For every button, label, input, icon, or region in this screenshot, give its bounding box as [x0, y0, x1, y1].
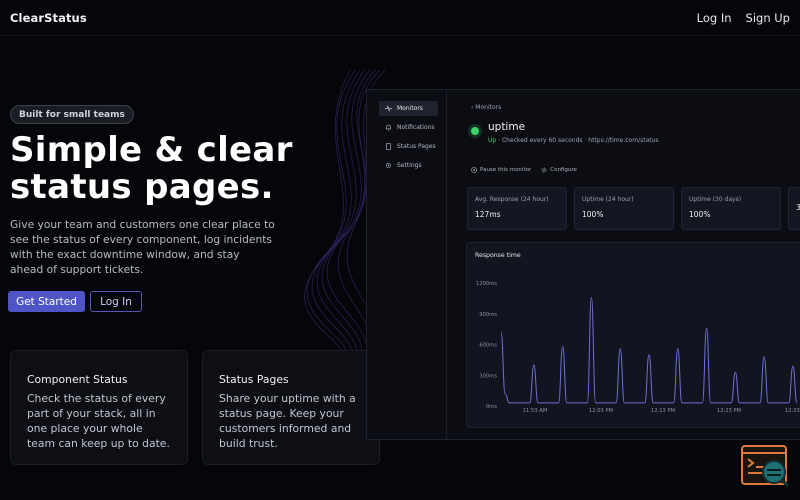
x-tick-label: 11:53 AM — [523, 408, 548, 414]
response-time-chart: Response time 1200ms 900ms 600ms 300ms 0ms 11… — [466, 242, 800, 428]
feature-card-text: Share your uptime with a status page. Ke… — [219, 392, 356, 450]
stat-card-avg-response: Avg. Response (24 hour) 127ms — [467, 187, 567, 230]
stat-value: 3 — [796, 203, 800, 212]
hero-title-line1: Simple & clear — [10, 130, 293, 170]
hero-title-line2: status pages. — [10, 167, 274, 207]
pause-monitor-button[interactable]: Pause this monitor — [471, 167, 531, 173]
feature-card-status-pages: Status Pages Share your uptime with a st… — [202, 350, 380, 465]
stat-card-partial: 3 — [788, 187, 800, 230]
y-tick-label: 0ms — [486, 404, 497, 410]
x-tick-label: 12:13 PM — [651, 408, 675, 414]
feature-card-text: Check the status of every part of your s… — [27, 392, 170, 450]
hero-login-button[interactable]: Log In — [90, 291, 142, 312]
pause-icon — [471, 167, 477, 173]
stat-label: Uptime (30 days) — [689, 196, 742, 203]
feature-card-component-status: Component Status Check the status of eve… — [10, 350, 188, 465]
y-tick-label: 600ms — [479, 343, 497, 349]
sidebar-item-settings[interactable]: Settings — [379, 158, 438, 173]
status-up-indicator — [471, 127, 479, 135]
sidebar-item-notifications[interactable]: Notifications — [379, 120, 438, 135]
top-nav: ClearStatus Log In Sign Up — [0, 0, 800, 36]
configure-button[interactable]: Configure — [541, 167, 577, 173]
nav-signup-link[interactable]: Sign Up — [746, 11, 790, 25]
y-tick-label: 900ms — [479, 312, 497, 318]
hero-title: Simple & clear status pages. — [10, 132, 330, 206]
back-to-monitors-link[interactable]: ‹ Monitors — [471, 104, 501, 111]
monitor-actions: Pause this monitor Configure — [471, 167, 577, 173]
sidebar-item-monitors[interactable]: Monitors — [379, 101, 438, 116]
stat-value: 100% — [582, 210, 604, 219]
monitor-interval: Checked every 60 seconds — [501, 137, 583, 144]
gear-icon — [386, 163, 391, 168]
x-tick-label: 12:23 PM — [717, 408, 741, 414]
stat-label: Avg. Response (24 hour) — [475, 196, 549, 203]
sidebar-item-label: Status Pages — [397, 143, 436, 150]
hero-description: Give your team and customers one clear p… — [10, 218, 275, 276]
bell-icon — [386, 124, 391, 131]
stat-card-uptime-24h: Uptime (24 hour) 100% — [574, 187, 674, 230]
pause-monitor-label: Pause this monitor — [480, 167, 532, 173]
monitor-name: uptime — [488, 121, 526, 133]
y-tick-label: 300ms — [479, 373, 497, 379]
activity-icon — [385, 105, 392, 112]
sidebar-item-status-pages[interactable]: Status Pages — [379, 139, 438, 154]
y-tick-label: 1200ms — [476, 281, 497, 287]
response-time-line — [500, 296, 798, 404]
nav-login-link[interactable]: Log In — [697, 11, 732, 25]
sidebar-item-label: Settings — [397, 162, 422, 169]
stat-value: 127ms — [475, 210, 501, 219]
gear-icon — [541, 167, 547, 173]
configure-label: Configure — [550, 167, 577, 173]
nav-links: Log In Sign Up — [697, 11, 790, 25]
get-started-button[interactable]: Get Started — [8, 291, 85, 312]
x-tick-label: 12:33 PM — [785, 408, 800, 414]
sidebar-item-label: Notifications — [397, 124, 435, 131]
feature-card-title: Status Pages — [219, 373, 289, 386]
monitor-url[interactable]: https://time.com/status — [588, 137, 658, 144]
page-icon — [386, 143, 391, 150]
monitor-state: Up — [488, 137, 497, 144]
app-sidebar: Monitors Notifications Status Pages Sett… — [367, 90, 447, 439]
x-tick-label: 12:03 PM — [589, 408, 613, 414]
stat-value: 100% — [689, 210, 711, 219]
hero-badge: Built for small teams — [10, 105, 134, 124]
stat-card-uptime-30d: Uptime (30 days) 100% — [681, 187, 781, 230]
app-preview: Monitors Notifications Status Pages Sett… — [366, 89, 800, 440]
support-chat-widget-icon[interactable] — [741, 445, 791, 489]
brand-logo-text[interactable]: ClearStatus — [10, 11, 87, 25]
stat-label: Uptime (24 hour) — [582, 196, 634, 203]
chart-canvas: 1200ms 900ms 600ms 300ms 0ms 11:53 AM 12:03 PM… — [476, 281, 800, 414]
monitor-meta: Up · Checked every 60 seconds · https://… — [488, 137, 659, 144]
sidebar-item-label: Monitors — [397, 105, 423, 112]
feature-card-title: Component Status — [27, 373, 128, 386]
